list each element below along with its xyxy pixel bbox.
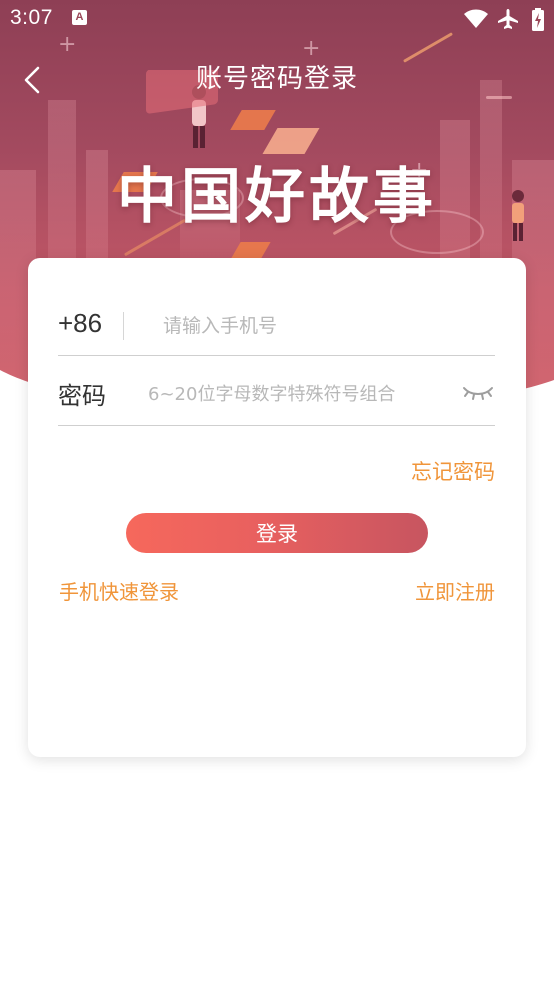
password-visibility-toggle[interactable] xyxy=(461,380,495,404)
login-screen: + + + 3:07 A 账号密码登录 中国好故事 +86 请输入手机号 密码 … xyxy=(0,0,554,984)
phone-input[interactable] xyxy=(163,312,483,340)
eye-closed-icon xyxy=(463,387,493,400)
decor-plus: + xyxy=(302,36,321,61)
register-link[interactable]: 立即注册 xyxy=(415,576,495,605)
country-code[interactable]: +86 xyxy=(58,308,102,339)
divider xyxy=(123,312,124,340)
password-row: 密码 xyxy=(58,358,495,426)
phone-row: +86 xyxy=(58,292,495,356)
status-bar: 3:07 A xyxy=(0,0,554,38)
status-time: 3:07 xyxy=(10,6,53,29)
app-notification-icon: A xyxy=(72,10,87,25)
password-label: 密码 xyxy=(58,382,106,410)
forgot-password-link[interactable]: 忘记密码 xyxy=(411,456,495,486)
battery-charging-icon xyxy=(532,8,544,31)
login-button[interactable]: 登录 xyxy=(126,513,428,553)
page-title: 账号密码登录 xyxy=(195,64,358,94)
wifi-icon xyxy=(464,9,488,28)
quick-login-link[interactable]: 手机快速登录 xyxy=(59,576,179,605)
password-input[interactable] xyxy=(148,380,448,408)
decor-box xyxy=(230,110,276,130)
login-card: +86 密码 忘记密码 登录 手机快速登录 立即注册 xyxy=(28,258,526,757)
decor-streak xyxy=(486,96,512,99)
brand-title: 中国好故事 xyxy=(117,162,437,232)
airplane-mode-icon xyxy=(498,9,518,29)
